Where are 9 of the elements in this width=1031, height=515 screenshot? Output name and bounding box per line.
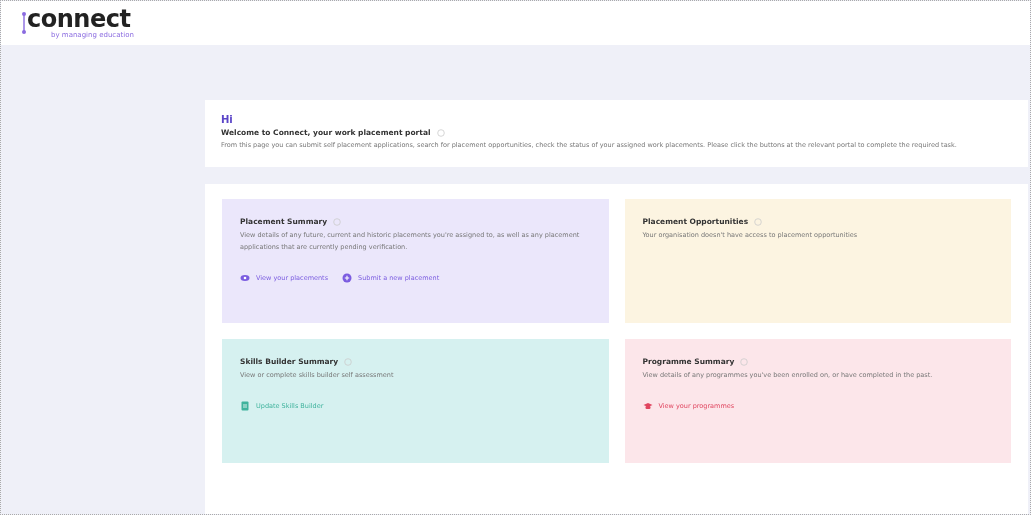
document-icon	[240, 401, 250, 411]
greeting: Hi	[221, 114, 234, 125]
info-icon	[740, 357, 749, 366]
eye-icon	[240, 273, 250, 283]
info-icon	[333, 217, 342, 226]
info-icon	[754, 217, 763, 226]
plus-circle-icon	[342, 273, 353, 283]
info-icon	[436, 128, 445, 137]
logo-text: connect	[27, 7, 131, 31]
